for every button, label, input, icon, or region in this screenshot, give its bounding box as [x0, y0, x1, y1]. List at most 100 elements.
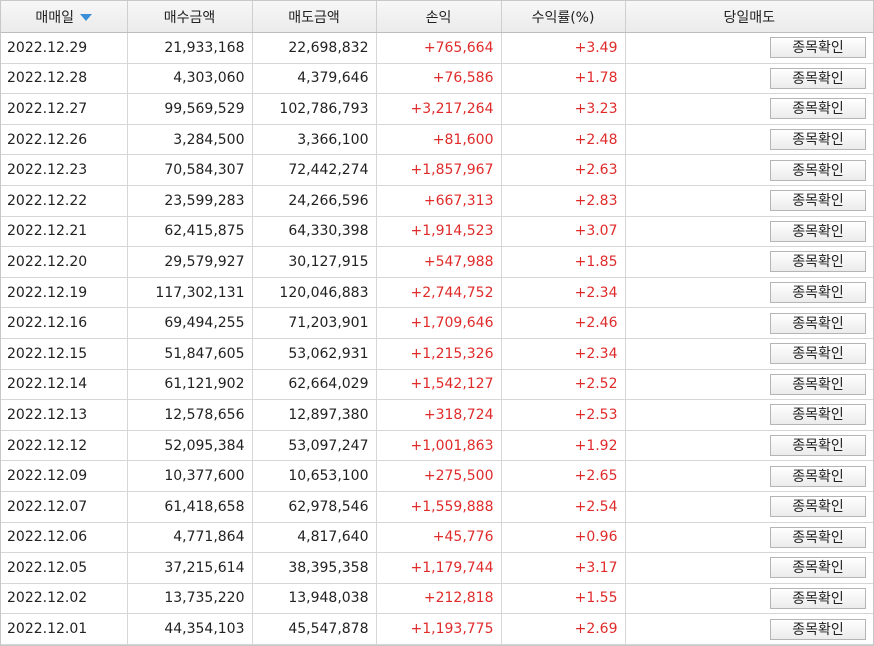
header-profit-loss[interactable]: 손익 [376, 1, 502, 33]
buy-amount-cell: 37,215,614 [127, 552, 253, 584]
header-return-rate[interactable]: 수익률(%) [501, 1, 626, 33]
header-date[interactable]: 매매일 [1, 1, 128, 33]
table-row[interactable]: 2022.12.12 52,095,384 53,097,247 +1,001,863… [1, 430, 873, 462]
sell-amount-cell: 72,442,274 [252, 154, 377, 186]
check-stock-button[interactable]: 종목확인 [770, 618, 866, 640]
table-row[interactable]: 2022.12.14 61,121,902 62,664,029 +1,542,127… [1, 369, 873, 401]
buy-amount-cell: 69,494,255 [127, 307, 253, 339]
check-stock-button[interactable]: 종목확인 [770, 129, 866, 151]
check-stock-button[interactable]: 종목확인 [770, 220, 866, 242]
table-row[interactable]: 2022.12.05 37,215,614 38,395,358 +1,179,744… [1, 552, 873, 584]
trade-date-cell: 2022.12.05 [1, 552, 128, 584]
profit-loss-cell: +765,664 [376, 32, 502, 64]
table-row[interactable]: 2022.12.16 69,494,255 71,203,901 +1,709,646… [1, 307, 873, 339]
check-stock-button[interactable]: 종목확인 [770, 557, 866, 579]
table-row[interactable]: 2022.12.27 99,569,529 102,786,793 +3,217,26… [1, 93, 873, 125]
trade-date-cell: 2022.12.06 [1, 522, 128, 554]
check-stock-button[interactable]: 종목확인 [770, 37, 866, 59]
sell-amount-cell: 102,786,793 [252, 93, 377, 125]
profit-loss-cell: +76,586 [376, 63, 502, 95]
check-stock-button[interactable]: 종목확인 [770, 404, 866, 426]
same-day-sell-cell: 종목확인 [625, 491, 873, 523]
return-rate-cell: +2.52 [501, 369, 626, 401]
trade-date-cell: 2022.12.07 [1, 491, 128, 523]
same-day-sell-cell: 종목확인 [625, 460, 873, 492]
buy-amount-cell: 99,569,529 [127, 93, 253, 125]
sell-amount-cell: 38,395,358 [252, 552, 377, 584]
profit-loss-cell: +318,724 [376, 399, 502, 431]
table-row[interactable]: 2022.12.01 44,354,103 45,547,878 +1,193,775… [1, 613, 873, 645]
return-rate-cell: +2.53 [501, 399, 626, 431]
profit-loss-cell: +1,857,967 [376, 154, 502, 186]
sell-amount-cell: 4,379,646 [252, 63, 377, 95]
sell-amount-cell: 64,330,398 [252, 216, 377, 248]
header-sell-amount[interactable]: 매도금액 [252, 1, 377, 33]
same-day-sell-cell: 종목확인 [625, 552, 873, 584]
check-stock-button[interactable]: 종목확인 [770, 526, 866, 548]
table-row[interactable]: 2022.12.20 29,579,927 30,127,915 +547,988 +1… [1, 246, 873, 278]
table-row[interactable]: 2022.12.29 21,933,168 22,698,832 +765,664 +3… [1, 32, 873, 64]
return-rate-cell: +3.17 [501, 552, 626, 584]
table-row[interactable]: 2022.12.13 12,578,656 12,897,380 +318,724 +2… [1, 399, 873, 431]
trade-date-cell: 2022.12.16 [1, 307, 128, 339]
profit-loss-cell: +1,914,523 [376, 216, 502, 248]
buy-amount-cell: 23,599,283 [127, 185, 253, 217]
return-rate-cell: +0.96 [501, 522, 626, 554]
check-stock-button[interactable]: 종목확인 [770, 251, 866, 273]
table-row[interactable]: 2022.12.23 70,584,307 72,442,274 +1,857,967… [1, 154, 873, 186]
same-day-sell-cell: 종목확인 [625, 154, 873, 186]
table-row[interactable]: 2022.12.15 51,847,605 53,062,931 +1,215,326… [1, 338, 873, 370]
same-day-sell-cell: 종목확인 [625, 93, 873, 125]
profit-loss-cell: +1,001,863 [376, 430, 502, 462]
return-rate-cell: +3.49 [501, 32, 626, 64]
table-row[interactable]: 2022.12.19 117,302,131 120,046,883 +2,744,7… [1, 277, 873, 309]
buy-amount-cell: 10,377,600 [127, 460, 253, 492]
trade-date-cell: 2022.12.12 [1, 430, 128, 462]
check-stock-button[interactable]: 종목확인 [770, 282, 866, 304]
profit-loss-cell: +45,776 [376, 522, 502, 554]
table-row[interactable]: 2022.12.21 62,415,875 64,330,398 +1,914,523… [1, 216, 873, 248]
same-day-sell-cell: 종목확인 [625, 399, 873, 431]
profit-loss-cell: +275,500 [376, 460, 502, 492]
table-row[interactable]: 2022.12.28 4,303,060 4,379,646 +76,586 +1.78… [1, 63, 873, 95]
table-row[interactable]: 2022.12.06 4,771,864 4,817,640 +45,776 +0.96… [1, 522, 873, 554]
buy-amount-cell: 13,735,220 [127, 583, 253, 615]
return-rate-cell: +1.78 [501, 63, 626, 95]
buy-amount-cell: 12,578,656 [127, 399, 253, 431]
check-stock-button[interactable]: 종목확인 [770, 435, 866, 457]
table-row[interactable]: 2022.12.09 10,377,600 10,653,100 +275,500 +2… [1, 460, 873, 492]
sell-amount-cell: 53,097,247 [252, 430, 377, 462]
check-stock-button[interactable]: 종목확인 [770, 159, 866, 181]
profit-loss-cell: +2,744,752 [376, 277, 502, 309]
same-day-sell-cell: 종목확인 [625, 216, 873, 248]
table-row[interactable]: 2022.12.07 61,418,658 62,978,546 +1,559,888… [1, 491, 873, 523]
buy-amount-cell: 4,771,864 [127, 522, 253, 554]
check-stock-button[interactable]: 종목확인 [770, 465, 866, 487]
check-stock-button[interactable]: 종목확인 [770, 312, 866, 334]
sell-amount-cell: 62,664,029 [252, 369, 377, 401]
profit-loss-cell: +667,313 [376, 185, 502, 217]
check-stock-button[interactable]: 종목확인 [770, 343, 866, 365]
same-day-sell-cell: 종목확인 [625, 277, 873, 309]
table-row[interactable]: 2022.12.26 3,284,500 3,366,100 +81,600 +2.48… [1, 124, 873, 156]
buy-amount-cell: 52,095,384 [127, 430, 253, 462]
check-stock-button[interactable]: 종목확인 [770, 496, 866, 518]
table-row[interactable]: 2022.12.22 23,599,283 24,266,596 +667,313 +2… [1, 185, 873, 217]
check-stock-button[interactable]: 종목확인 [770, 373, 866, 395]
same-day-sell-cell: 종목확인 [625, 63, 873, 95]
check-stock-button[interactable]: 종목확인 [770, 587, 866, 609]
table-row[interactable]: 2022.12.02 13,735,220 13,948,038 +212,818 +1… [1, 583, 873, 615]
header-same-day-sell[interactable]: 당일매도 [625, 1, 873, 33]
same-day-sell-cell: 종목확인 [625, 338, 873, 370]
check-stock-button[interactable]: 종목확인 [770, 98, 866, 120]
buy-amount-cell: 21,933,168 [127, 32, 253, 64]
return-rate-cell: +2.34 [501, 338, 626, 370]
check-stock-button[interactable]: 종목확인 [770, 190, 866, 212]
trade-date-cell: 2022.12.20 [1, 246, 128, 278]
check-stock-button[interactable]: 종목확인 [770, 67, 866, 89]
trade-date-cell: 2022.12.14 [1, 369, 128, 401]
buy-amount-cell: 61,121,902 [127, 369, 253, 401]
return-rate-cell: +2.83 [501, 185, 626, 217]
header-buy-amount[interactable]: 매수금액 [127, 1, 253, 33]
header-date-label: 매매일 [35, 9, 75, 26]
